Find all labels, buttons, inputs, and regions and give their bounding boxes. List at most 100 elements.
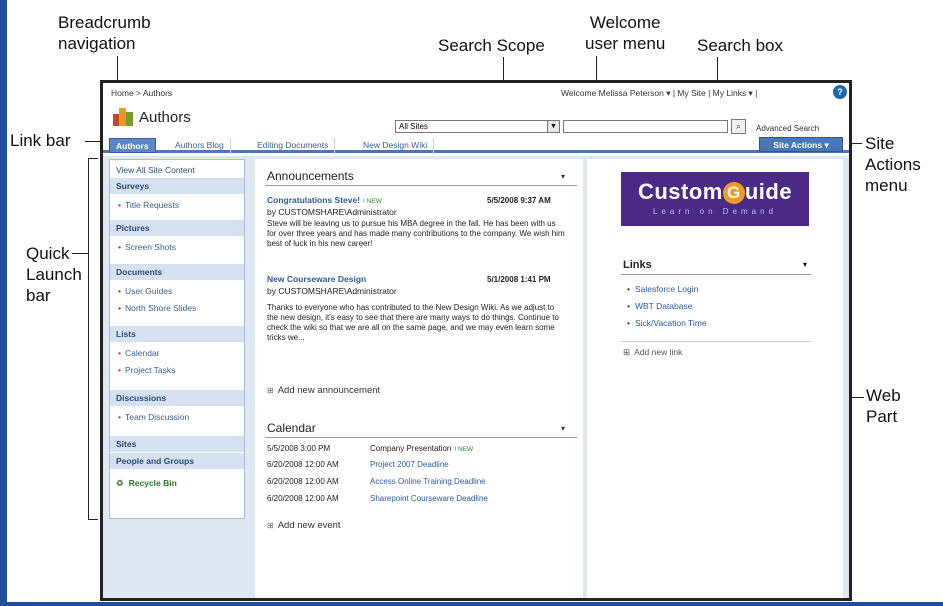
link-item-label: Salesforce Login xyxy=(634,284,699,294)
help-icon[interactable]: ? xyxy=(833,85,847,99)
calendar-row-title[interactable]: Access Online Training Deadline xyxy=(370,477,486,486)
callout-quick-launch-bracket-top xyxy=(88,158,98,159)
calendar-row-date: 6/20/2008 12:00 AM xyxy=(267,460,339,469)
callout-quick-launch-bracket xyxy=(88,158,89,520)
quick-launch-heading-people-and-groups[interactable]: People and Groups xyxy=(110,453,244,469)
links-menu-icon[interactable]: ▾ xyxy=(803,260,807,269)
quick-launch-heading-sites[interactable]: Sites xyxy=(110,436,244,452)
add-new-event-label: Add new event xyxy=(277,520,341,531)
quick-launch-item-north-shore-slides[interactable]: • North Shore Slides xyxy=(110,300,244,316)
new-badge: ! NEW xyxy=(363,198,382,205)
quick-launch-item-title-requests[interactable]: • Title Requests xyxy=(110,197,244,213)
search-icon[interactable]: ⌕ xyxy=(731,119,746,134)
links-divider xyxy=(621,274,811,275)
calendar-row-date: 6/20/2008 12:00 AM xyxy=(267,494,339,503)
tab-authors[interactable]: Authors xyxy=(109,138,156,153)
quick-launch-item-label: Title Requests xyxy=(124,200,179,210)
sharepoint-window: Home > Authors Welcome Melissa Peterson … xyxy=(100,80,852,601)
calendar-row: 6/20/2008 12:00 AM Project 2007 Deadline xyxy=(267,460,449,469)
calendar-divider xyxy=(265,437,577,438)
site-header: Authors All Sites ▼ ⌕ Advanced Search xyxy=(103,103,849,134)
site-actions-menu[interactable]: Site Actions ▾ xyxy=(759,137,843,152)
callout-site-actions-line3: menu xyxy=(865,176,908,195)
quick-launch-heading-pictures[interactable]: Pictures xyxy=(110,220,244,236)
calendar-row-date: 5/5/2008 3:00 PM xyxy=(267,444,331,453)
welcome-user-menu[interactable]: Welcome Melissa Peterson ▾ | My Site | M… xyxy=(561,88,757,99)
announcements-title[interactable]: Announcements xyxy=(267,169,354,183)
tab-editing-documents[interactable]: Editing Documents xyxy=(251,138,336,153)
announcement-body-1: Steve will be leaving us to pursue his M… xyxy=(267,219,565,248)
site-logo-icon xyxy=(113,108,133,126)
add-new-link[interactable]: ⊞ Add new link xyxy=(623,347,682,358)
bullet-icon: • xyxy=(118,200,121,210)
left-page-edge xyxy=(0,0,7,606)
callout-web-part: Web Part xyxy=(866,385,901,427)
recycle-bin-icon: ♻ xyxy=(116,478,124,488)
link-item-label: WBT Database xyxy=(634,301,693,311)
bottom-page-edge xyxy=(0,602,943,606)
quick-launch-item-project-tasks[interactable]: • Project Tasks xyxy=(110,362,244,378)
calendar-title[interactable]: Calendar xyxy=(267,421,316,435)
tab-new-design-wiki[interactable]: New Design Wiki xyxy=(357,138,435,153)
quick-launch-heading-documents[interactable]: Documents xyxy=(110,264,244,280)
advanced-search-link[interactable]: Advanced Search xyxy=(756,124,819,133)
callout-quick-launch-line3: bar xyxy=(26,286,51,305)
bullet-icon: • xyxy=(118,365,121,375)
bullet-icon: • xyxy=(627,284,630,294)
callout-link-bar: Link bar xyxy=(10,131,71,150)
link-item[interactable]: • Sick/Vacation Time xyxy=(627,318,707,328)
quick-launch-item-user-guides[interactable]: • User Guides xyxy=(110,283,244,299)
recycle-bin-label: Recycle Bin xyxy=(128,478,177,488)
tab-authors-blog[interactable]: Authors Blog xyxy=(169,138,231,153)
callout-breadcrumb-line1: Breadcrumb xyxy=(58,13,151,32)
link-item[interactable]: • WBT Database xyxy=(627,301,692,311)
links-title[interactable]: Links xyxy=(623,259,652,271)
view-all-site-content-link[interactable]: View All Site Content xyxy=(110,162,244,178)
callout-quick-launch-line2: Launch xyxy=(26,265,82,284)
recycle-bin-link[interactable]: ♻ Recycle Bin xyxy=(110,475,244,491)
calendar-row-title[interactable]: Project 2007 Deadline xyxy=(370,460,449,469)
announcement-title-2[interactable]: New Courseware Design xyxy=(267,274,366,284)
links-footer-divider xyxy=(621,341,811,342)
callout-quick-launch-bracket-bottom xyxy=(88,519,98,520)
calendar-row-title[interactable]: Sharepoint Courseware Deadline xyxy=(370,494,488,503)
add-new-event-link[interactable]: ⊞ Add new event xyxy=(267,520,341,531)
quick-launch-heading-lists[interactable]: Lists xyxy=(110,326,244,342)
quick-launch-item-label: Calendar xyxy=(124,348,160,358)
announcement-title-text: Congratulations Steve! xyxy=(267,195,361,205)
top-bar: Home > Authors Welcome Melissa Peterson … xyxy=(103,83,849,103)
bullet-icon: • xyxy=(118,348,121,358)
bullet-icon: • xyxy=(627,301,630,311)
logo-text-part: Custom xyxy=(637,179,723,204)
quick-launch-item-team-discussion[interactable]: • Team Discussion xyxy=(110,409,244,425)
link-item[interactable]: • Salesforce Login xyxy=(627,284,698,294)
customguide-logo-name: Custom Guide xyxy=(621,179,809,205)
quick-launch-bar: View All Site Content Surveys • Title Req… xyxy=(109,159,245,519)
bullet-icon: • xyxy=(118,242,121,252)
search-input[interactable] xyxy=(563,120,728,133)
breadcrumb[interactable]: Home > Authors xyxy=(111,88,172,98)
calendar-menu-icon[interactable]: ▾ xyxy=(561,424,565,433)
quick-launch-heading-surveys[interactable]: Surveys xyxy=(110,178,244,194)
announcement-body-2: Thanks to everyone who has contributed t… xyxy=(267,303,559,342)
callout-welcome-line1: Welcome xyxy=(589,13,661,32)
callout-web-part-line2: Part xyxy=(866,407,898,426)
callout-site-actions-line2: Actions xyxy=(865,155,921,174)
search-scope-select[interactable]: All Sites ▼ xyxy=(395,120,560,133)
add-new-announcement-link[interactable]: ⊞ Add new announcement xyxy=(267,385,380,396)
quick-launch-item-calendar[interactable]: • Calendar xyxy=(110,345,244,361)
add-icon: ⊞ xyxy=(267,521,274,530)
quick-launch-heading-discussions[interactable]: Discussions xyxy=(110,390,244,406)
announcements-menu-icon[interactable]: ▾ xyxy=(561,172,565,181)
callout-web-part-line1: Web xyxy=(866,386,901,405)
announcement-title-1[interactable]: Congratulations Steve!! NEW xyxy=(267,195,382,205)
callout-welcome-line2: user menu xyxy=(585,34,666,53)
callout-welcome: Welcome user menu xyxy=(585,12,665,54)
bullet-icon: • xyxy=(118,303,121,313)
chevron-down-icon[interactable]: ▼ xyxy=(547,121,559,132)
add-icon: ⊞ xyxy=(623,347,631,357)
announcement-date-2: 5/1/2008 1:41 PM xyxy=(487,275,551,284)
calendar-row-title[interactable]: Company Presentation xyxy=(370,444,451,453)
quick-launch-item-screen-shots[interactable]: • Screen Shots xyxy=(110,239,244,255)
bullet-icon: • xyxy=(118,286,121,296)
